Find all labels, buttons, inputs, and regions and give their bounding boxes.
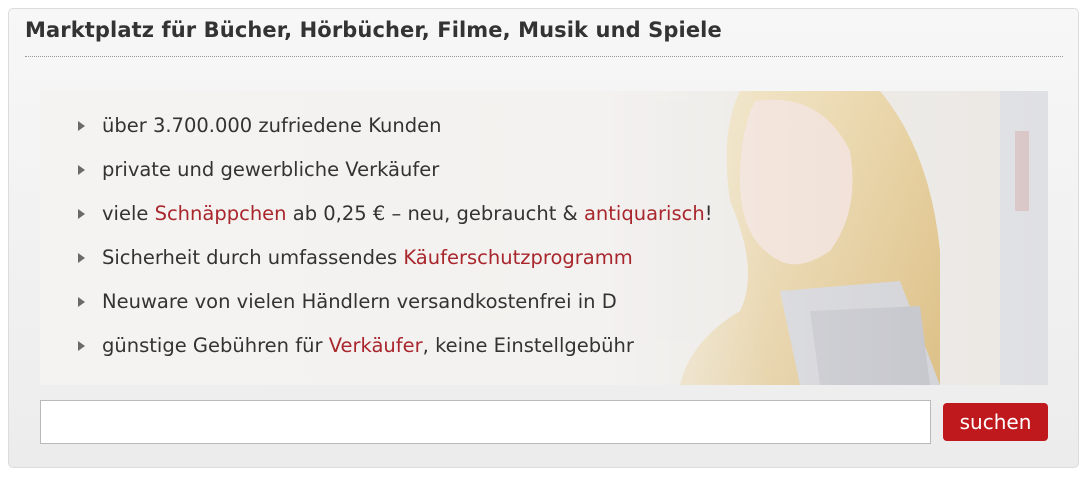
feature-text: Sicherheit durch umfassendes: [102, 246, 404, 269]
feature-link[interactable]: Käuferschutzprogramm: [403, 246, 632, 269]
search-button[interactable]: suchen: [943, 403, 1048, 441]
triangle-right-icon: [78, 253, 85, 263]
marketplace-panel: Marktplatz für Bücher, Hörbücher, Filme,…: [8, 8, 1079, 468]
feature-text: private und gewerbliche Verkäufer: [102, 158, 440, 181]
feature-link[interactable]: Verkäufer: [329, 334, 423, 357]
feature-text: , keine Einstellgebühr: [422, 334, 634, 357]
feature-item: Sicherheit durch umfassendes Käuferschut…: [70, 245, 713, 289]
feature-text: viele: [102, 202, 155, 225]
panel-title: Marktplatz für Bücher, Hörbücher, Filme,…: [25, 18, 722, 42]
feature-item: private und gewerbliche Verkäufer: [70, 157, 713, 201]
triangle-right-icon: [78, 297, 85, 307]
triangle-right-icon: [78, 341, 85, 351]
feature-text: !: [704, 202, 713, 225]
feature-item: viele Schnäppchen ab 0,25 € – neu, gebra…: [70, 201, 713, 245]
feature-item: Neuware von vielen Händlern versandkoste…: [70, 289, 713, 333]
feature-item: über 3.700.000 zufriedene Kunden: [70, 113, 713, 157]
feature-text: über 3.700.000 zufriedene Kunden: [102, 114, 442, 137]
triangle-right-icon: [78, 121, 85, 131]
feature-banner: über 3.700.000 zufriedene Kunden private …: [40, 91, 1048, 385]
feature-link[interactable]: Schnäppchen: [155, 202, 287, 225]
triangle-right-icon: [78, 209, 85, 219]
feature-link[interactable]: antiquarisch: [584, 202, 705, 225]
triangle-right-icon: [78, 165, 85, 175]
feature-text: günstige Gebühren für: [102, 334, 329, 357]
title-divider: [25, 56, 1063, 57]
feature-text: ab 0,25 € – neu, gebraucht &: [286, 202, 584, 225]
feature-text: Neuware von vielen Händlern versandkoste…: [102, 290, 617, 313]
search-input[interactable]: [40, 400, 931, 444]
feature-list: über 3.700.000 zufriedene Kunden private …: [70, 113, 713, 377]
feature-item: günstige Gebühren für Verkäufer, keine E…: [70, 333, 713, 377]
